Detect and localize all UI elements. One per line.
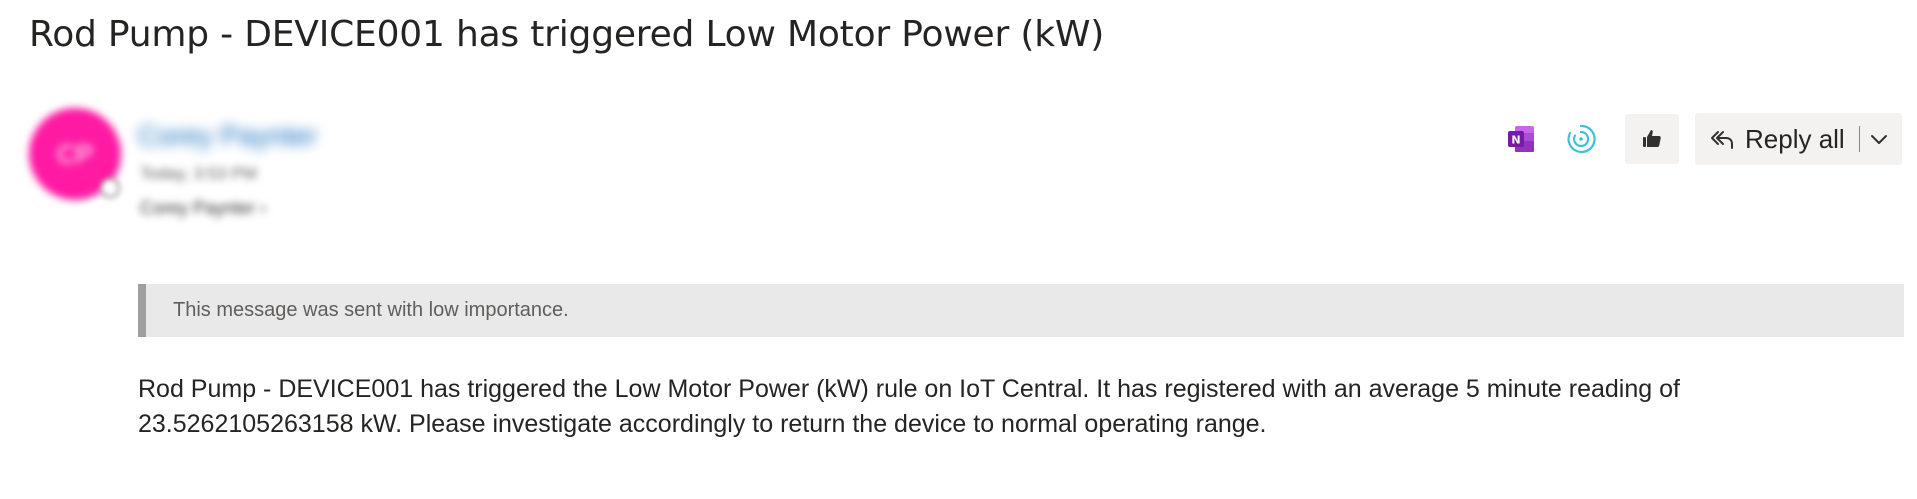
body-line: 23.5262105263158 kW. Please investigate … (138, 410, 1267, 438)
reply-all-button[interactable]: Reply all (1695, 113, 1902, 165)
email-subject: Rod Pump - DEVICE001 has triggered Low M… (29, 14, 1105, 55)
svg-text:N: N (1511, 134, 1520, 147)
reply-divider (1858, 126, 1860, 152)
reply-all-icon (1711, 131, 1733, 149)
body-line: Rod Pump - DEVICE001 has triggered the L… (138, 375, 1680, 403)
importance-notice: This message was sent with low importanc… (173, 299, 569, 321)
recipient-line[interactable]: Corey Paynter › (140, 198, 266, 219)
viva-insights-icon[interactable] (1557, 115, 1605, 163)
email-body: Rod Pump - DEVICE001 has triggered the L… (138, 372, 1858, 442)
onenote-icon[interactable]: N (1497, 115, 1545, 163)
chevron-down-icon[interactable] (1868, 128, 1890, 150)
presence-status-icon (100, 178, 120, 198)
sender-name[interactable]: Corey Paynter (138, 120, 317, 152)
low-importance-banner: This message was sent with low importanc… (138, 284, 1904, 337)
recipient-chevron-icon: › (260, 198, 267, 218)
recipient-name: Corey Paynter (140, 198, 256, 218)
message-toolbar: N Reply all (1497, 112, 1902, 166)
sent-timestamp: Today, 3:53 PM (140, 164, 257, 183)
thumbs-up-icon (1643, 130, 1661, 147)
reply-all-label: Reply all (1745, 123, 1845, 154)
like-button[interactable] (1625, 114, 1679, 164)
